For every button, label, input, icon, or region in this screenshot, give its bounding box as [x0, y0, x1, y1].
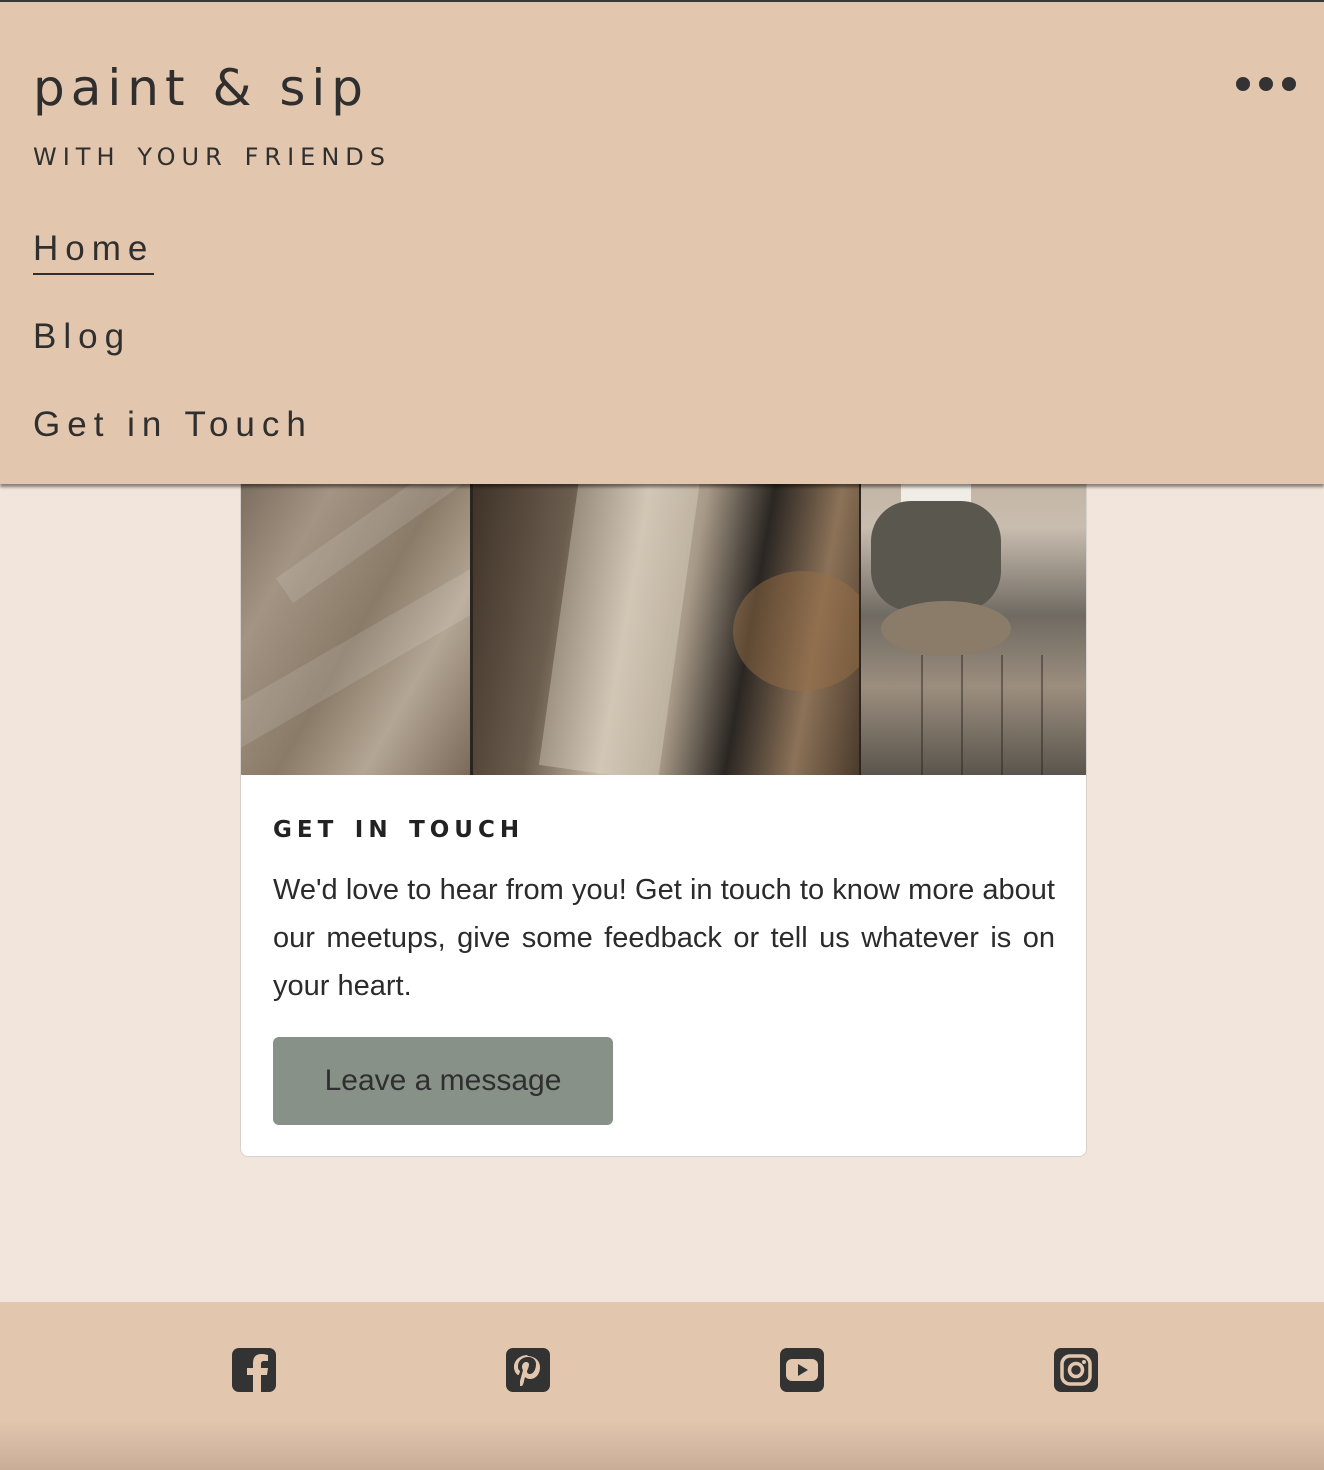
site-footer	[0, 1302, 1324, 1470]
card-body: get in touch We'd love to hear from you!…	[273, 806, 1055, 1010]
nav-item-get-in-touch[interactable]: Get in Touch	[33, 403, 313, 447]
site-subtitle: with your friends	[33, 134, 392, 174]
menu-dot	[1259, 77, 1273, 91]
instagram-icon[interactable]	[1052, 1346, 1100, 1394]
contact-card: get in touch We'd love to hear from you!…	[240, 420, 1087, 1157]
menu-dot	[1282, 77, 1296, 91]
nav-item-home[interactable]: Home	[33, 227, 155, 275]
menu-dot	[1236, 77, 1250, 91]
ellipsis-icon[interactable]	[1236, 70, 1296, 98]
nav-item-blog[interactable]: Blog	[33, 315, 131, 359]
facebook-icon[interactable]	[230, 1346, 278, 1394]
card-description: We'd love to hear from you! Get in touch…	[273, 874, 1055, 1002]
card-title: get in touch	[273, 806, 525, 845]
site-title[interactable]: paint & sip	[33, 58, 369, 118]
youtube-icon[interactable]	[778, 1346, 826, 1394]
site-header: paint & sip with your friends Home Blog …	[0, 0, 1324, 484]
leave-message-button[interactable]: Leave a message	[273, 1037, 613, 1125]
pinterest-icon[interactable]	[504, 1346, 552, 1394]
page: paint & sip with your friends Home Blog …	[0, 0, 1324, 1470]
